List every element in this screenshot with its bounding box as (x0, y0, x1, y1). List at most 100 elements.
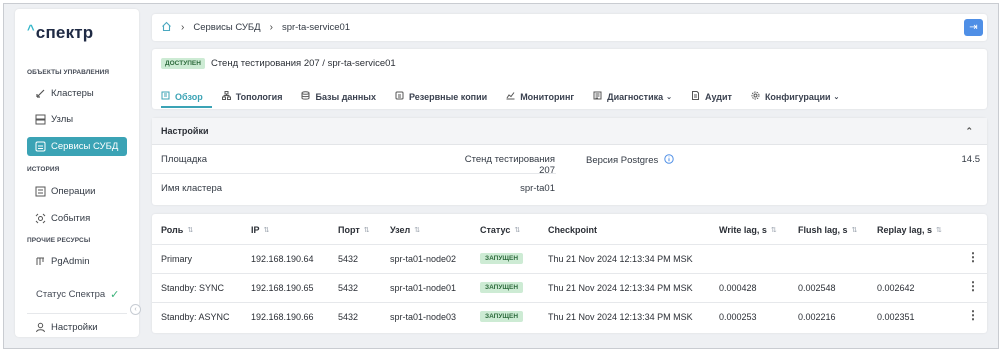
settings-header[interactable]: Настройки ⌃ (152, 118, 987, 145)
cell-checkpoint: Thu 21 Nov 2024 12:13:34 PM MSK (548, 312, 693, 322)
spectr-status[interactable]: Статус Спектра ✓ (36, 288, 119, 301)
tab-label: Топология (235, 91, 283, 102)
logo[interactable]: ^спектр (27, 22, 93, 43)
spectr-status-label: Статус Спектра (36, 289, 106, 300)
cell-role: Primary (161, 254, 192, 264)
sort-icon: ⇅ (414, 227, 421, 234)
column-header-write-lag[interactable]: Write lag, s ⇅ (719, 225, 777, 235)
tab-diagnostics[interactable]: Диагностика ⌄ (593, 85, 681, 108)
sidebar-item-settings[interactable]: Настройки (27, 318, 127, 337)
column-header-ip[interactable]: IP ⇅ (251, 225, 269, 235)
sidebar-item-label: Кластеры (51, 88, 94, 99)
sort-icon: ⇅ (263, 227, 270, 234)
tab-overview[interactable]: Обзор (161, 85, 212, 108)
sidebar-item-nodes[interactable]: Узлы (27, 110, 127, 129)
chevron-up-icon[interactable]: ⌃ (965, 126, 973, 137)
column-header-replay-lag[interactable]: Replay lag, s ⇅ (877, 225, 942, 235)
cell-role: Standby: SYNC (161, 283, 225, 293)
sidebar-item-operations[interactable]: Операции (27, 182, 127, 201)
settings-title: Настройки (161, 126, 209, 136)
sidebar-item-events[interactable]: События (27, 209, 127, 228)
service-title-row: ДОСТУПЕН Стенд тестирования 207 / spr-ta… (161, 58, 396, 69)
status-badge: ЗАПУЩЕН (480, 253, 524, 264)
info-icon[interactable] (664, 154, 674, 167)
database-icon (301, 91, 310, 102)
column-header-checkpoint: Checkpoint (548, 225, 598, 235)
audit-icon (691, 91, 700, 102)
cell-write-lag: 0.000428 (719, 283, 757, 293)
cell-node[interactable]: spr-ta01-node03 (390, 312, 456, 322)
tab-backups[interactable]: Резервные копии (395, 85, 496, 108)
cell-checkpoint: Thu 21 Nov 2024 12:13:34 PM MSK (548, 254, 693, 264)
cell-flush-lag: 0.002548 (798, 283, 836, 293)
sidebar-item-db-services[interactable]: Сервисы СУБД (27, 137, 127, 156)
topology-icon (221, 91, 231, 102)
sidebar-item-label: Настройки (51, 322, 98, 333)
tab-label: Диагностика (607, 91, 664, 102)
tab-label: Обзор (175, 91, 203, 102)
cell-ip: 192.168.190.66 (251, 312, 314, 322)
tab-label: Аудит (705, 91, 732, 102)
home-icon[interactable] (161, 21, 172, 35)
tab-monitoring[interactable]: Мониторинг (506, 85, 583, 108)
sidebar: ^спектр ОБЪЕКТЫ УПРАВЛЕНИЯ Кластеры Узлы… (15, 9, 141, 337)
sidebar-item-pgadmin[interactable]: PgAdmin (27, 252, 127, 271)
platform-label: Площадка (161, 154, 208, 165)
postgres-version-value: 14.5 (961, 154, 981, 165)
service-title: Стенд тестирования 207 / spr-ta-service0… (210, 58, 396, 69)
chevron-down-icon: ⌄ (666, 93, 672, 101)
sort-icon: ⇅ (363, 227, 370, 234)
postgres-version-label-row: Версия Postgres (586, 154, 674, 167)
tab-label: Мониторинг (520, 91, 575, 102)
sidebar-item-label: Сервисы СУБД (51, 141, 119, 152)
tab-databases[interactable]: Базы данных (301, 85, 385, 108)
section-label-objects: ОБЪЕКТЫ УПРАВЛЕНИЯ (27, 69, 110, 76)
monitoring-icon (506, 91, 515, 102)
cell-node[interactable]: spr-ta01-node01 (390, 283, 456, 293)
postgres-version-label: Версия Postgres (586, 155, 659, 166)
row-menu-icon[interactable]: ⋮ (967, 308, 979, 322)
sidebar-item-label: Узлы (51, 114, 74, 125)
chevron-right-icon: › (269, 22, 273, 33)
operations-icon (35, 186, 46, 197)
column-header-flush-lag[interactable]: Flush lag, s ⇅ (798, 225, 857, 235)
column-header-status[interactable]: Статус ⇅ (480, 225, 520, 235)
logout-button[interactable]: ⇥ (964, 19, 983, 36)
cell-flush-lag: 0.002216 (798, 312, 836, 322)
cell-replay-lag: 0.002351 (877, 312, 915, 322)
breadcrumb-bar: › Сервисы СУБД › spr-ta-service01 ⇥ (152, 14, 987, 41)
sidebar-item-label: PgAdmin (51, 256, 90, 267)
section-label-history: ИСТОРИЯ (27, 166, 60, 173)
tab-label: Конфигурации (764, 91, 831, 102)
diagnostics-icon (593, 91, 602, 102)
column-header-node[interactable]: Узел ⇅ (390, 225, 420, 235)
chevron-right-icon: › (181, 22, 185, 33)
cell-port: 5432 (338, 312, 359, 322)
tab-label: Базы данных (315, 91, 376, 102)
breadcrumb-item[interactable]: Сервисы СУБД (193, 22, 260, 33)
collapse-sidebar-icon[interactable]: ‹ (130, 304, 141, 315)
tab-configurations[interactable]: Конфигурации ⌄ (751, 85, 848, 108)
column-header-role[interactable]: Роль ⇅ (161, 225, 193, 235)
cell-node[interactable]: spr-ta01-node02 (390, 254, 456, 264)
cell-ip: 192.168.190.65 (251, 283, 314, 293)
row-menu-icon[interactable]: ⋮ (967, 250, 979, 264)
divider (152, 173, 556, 174)
backup-icon (395, 91, 404, 102)
divider (152, 273, 987, 274)
breadcrumb: › Сервисы СУБД › spr-ta-service01 (161, 21, 350, 35)
divider (152, 244, 987, 245)
sidebar-item-clusters[interactable]: Кластеры (27, 84, 127, 103)
cell-port: 5432 (338, 254, 359, 264)
overview-icon (161, 91, 170, 102)
database-service-icon (35, 141, 46, 152)
config-icon (751, 91, 760, 102)
cell-role: Standby: ASYNC (161, 312, 230, 322)
column-header-port[interactable]: Порт ⇅ (338, 225, 370, 235)
tab-topology[interactable]: Топология (221, 85, 292, 108)
pgadmin-icon (35, 256, 46, 267)
tab-audit[interactable]: Аудит (691, 85, 741, 108)
row-menu-icon[interactable]: ⋮ (967, 279, 979, 293)
sidebar-item-label: События (51, 213, 91, 224)
divider (27, 313, 127, 314)
